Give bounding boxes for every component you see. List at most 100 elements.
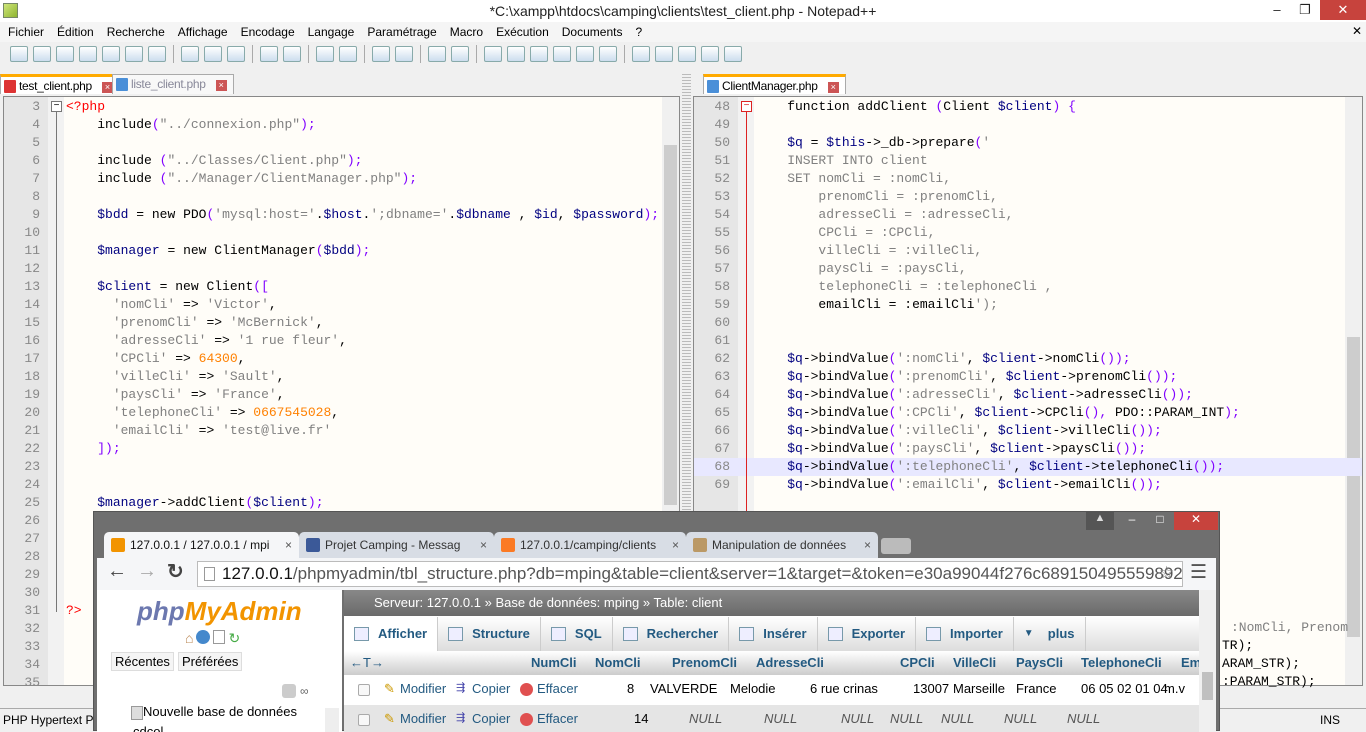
pma-tab[interactable]: Insérer <box>729 617 818 651</box>
recent-button[interactable]: Récentes <box>111 652 174 671</box>
print-icon[interactable] <box>148 46 166 62</box>
close-tab-icon[interactable]: × <box>215 80 227 91</box>
zoom-out-icon[interactable] <box>395 46 413 62</box>
menu-item[interactable]: ? <box>635 22 642 42</box>
home-icon[interactable]: ⌂ <box>185 630 193 647</box>
column-header[interactable]: VilleCli <box>953 655 996 670</box>
sync-h-icon[interactable] <box>451 46 469 62</box>
menu-item[interactable]: Affichage <box>178 22 228 42</box>
row-checkbox[interactable] <box>358 714 370 726</box>
close-tab-icon[interactable]: × <box>285 532 292 558</box>
close-button[interactable]: ✕ <box>1320 0 1366 20</box>
nav-scrollbar[interactable] <box>325 708 339 732</box>
browser-tab[interactable]: 127.0.0.1 / 127.0.0.1 / mpi × <box>104 532 299 558</box>
forward-button[interactable]: → <box>137 560 157 583</box>
delete-link[interactable]: Effacer <box>537 681 578 696</box>
pma-tab[interactable]: ▼ plus <box>1014 617 1086 651</box>
reload-button[interactable]: ↻ <box>167 559 184 584</box>
column-header[interactable]: AdresseCli <box>756 655 824 670</box>
edit-link[interactable]: Modifier <box>400 681 446 696</box>
delete-link[interactable]: Effacer <box>537 711 578 726</box>
menu-item[interactable]: Exécution <box>496 22 549 42</box>
copy-link[interactable]: Copier <box>472 711 510 726</box>
pma-tab[interactable]: Exporter <box>818 617 917 651</box>
breadcrumb-db[interactable]: Base de données: mping <box>495 595 639 610</box>
browser-close-button[interactable]: ✕ <box>1174 512 1218 530</box>
browser-tab[interactable]: 127.0.0.1/camping/clients × <box>494 532 686 558</box>
close-tab-icon[interactable]: × <box>864 532 871 558</box>
browser-maximize-button[interactable]: □ <box>1146 512 1174 530</box>
open-icon[interactable] <box>33 46 51 62</box>
close-all-icon[interactable] <box>125 46 143 62</box>
redo-icon[interactable] <box>283 46 301 62</box>
column-header[interactable]: NumCli <box>531 655 577 670</box>
fold-collapse-icon[interactable]: − <box>741 101 752 112</box>
paste-icon[interactable] <box>227 46 245 62</box>
doc-map-icon[interactable] <box>576 46 594 62</box>
save-all-icon[interactable] <box>79 46 97 62</box>
menu-item[interactable]: Documents <box>562 22 623 42</box>
browser-user-button[interactable]: ▲ <box>1086 512 1114 530</box>
replace-icon[interactable] <box>339 46 357 62</box>
minimize-button[interactable]: – <box>1262 0 1292 20</box>
reload-nav-icon[interactable]: ↻ <box>228 630 240 647</box>
copy-icon[interactable] <box>204 46 222 62</box>
column-header[interactable]: PaysCli <box>1016 655 1063 670</box>
table-scrollbar[interactable] <box>1199 590 1216 732</box>
menu-item[interactable]: Paramétrage <box>367 22 436 42</box>
zoom-in-icon[interactable] <box>372 46 390 62</box>
menu-item[interactable]: Fichier <box>8 22 44 42</box>
save-macro-icon[interactable] <box>724 46 742 62</box>
menu-item[interactable]: Recherche <box>107 22 165 42</box>
back-button[interactable]: ← <box>107 560 127 583</box>
bookmark-star-icon[interactable]: ☆ <box>1159 563 1174 583</box>
browser-tab[interactable]: Projet Camping - Messag × <box>299 532 494 558</box>
column-header[interactable]: PrenomCli <box>672 655 737 670</box>
all-chars-icon[interactable] <box>507 46 525 62</box>
edit-link[interactable]: Modifier <box>400 711 446 726</box>
user-lang-icon[interactable] <box>553 46 571 62</box>
close-tab-icon[interactable]: × <box>672 532 679 558</box>
row-checkbox[interactable] <box>358 684 370 696</box>
menu-item[interactable]: Encodage <box>241 22 295 42</box>
column-header[interactable]: CPCli <box>900 655 935 670</box>
save-icon[interactable] <box>56 46 74 62</box>
maximize-button[interactable]: ❐ <box>1290 0 1320 20</box>
pma-tab[interactable]: Structure <box>438 617 541 651</box>
close-tab-icon[interactable]: × <box>480 532 487 558</box>
collapse-all-icon[interactable] <box>282 684 296 698</box>
find-icon[interactable] <box>316 46 334 62</box>
menu-item[interactable]: Langage <box>308 22 355 42</box>
column-toggle-arrows[interactable]: ←T→ <box>350 655 384 670</box>
file-tab[interactable]: liste_client.php × <box>112 74 234 94</box>
menu-icon[interactable]: ☰ <box>1190 561 1207 584</box>
breadcrumb-table[interactable]: Table: client <box>654 595 723 610</box>
menu-item[interactable]: Édition <box>57 22 94 42</box>
browser-minimize-button[interactable]: – <box>1118 512 1146 530</box>
help-icon[interactable] <box>196 630 211 644</box>
favorites-button[interactable]: Préférées <box>178 652 243 671</box>
file-tab[interactable]: test_client.php × <box>0 74 120 94</box>
fold-collapse-icon[interactable]: − <box>51 101 62 112</box>
menu-close-icon[interactable]: ✕ <box>1352 24 1362 38</box>
sync-v-icon[interactable] <box>428 46 446 62</box>
copy-link[interactable]: Copier <box>472 681 510 696</box>
pma-tab[interactable]: SQL <box>541 617 613 651</box>
record-icon[interactable] <box>632 46 650 62</box>
link-icon[interactable]: ∞ <box>300 684 309 698</box>
address-bar[interactable]: 127.0.0.1/phpmyadmin/tbl_structure.php?d… <box>197 561 1183 587</box>
column-header[interactable]: NomCli <box>595 655 641 670</box>
docs-icon[interactable] <box>213 630 226 644</box>
file-tab[interactable]: ClientManager.php × <box>703 74 846 94</box>
undo-icon[interactable] <box>260 46 278 62</box>
new-database-link[interactable]: Nouvelle base de données <box>131 704 297 720</box>
play-icon[interactable] <box>678 46 696 62</box>
wrap-icon[interactable] <box>484 46 502 62</box>
browser-tab[interactable]: Manipulation de données × <box>686 532 878 558</box>
pma-tab[interactable]: Rechercher <box>613 617 730 651</box>
close-icon[interactable] <box>102 46 120 62</box>
indent-guide-icon[interactable] <box>530 46 548 62</box>
new-icon[interactable] <box>10 46 28 62</box>
new-tab-button[interactable] <box>881 538 911 554</box>
column-header[interactable]: TelephoneCli <box>1081 655 1162 670</box>
